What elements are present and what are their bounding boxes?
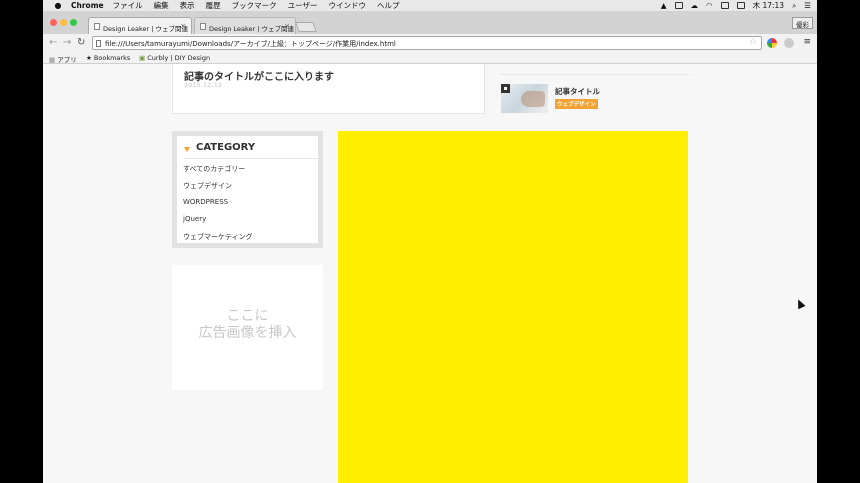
thumbnail-photo bbox=[521, 91, 545, 107]
menu-users[interactable]: ユーザー bbox=[288, 0, 318, 11]
ad-placeholder-text: ここに 広告画像を挿入 bbox=[172, 308, 323, 342]
category-item-jquery[interactable]: jQuery bbox=[183, 215, 206, 223]
reload-icon[interactable]: ↻ bbox=[77, 37, 85, 48]
record-icon[interactable] bbox=[674, 2, 683, 9]
screen: ● Chrome ファイル 編集 表示 履歴 ブックマーク ユーザー ウインドウ… bbox=[43, 0, 817, 483]
category-item-all[interactable]: すべてのカテゴリー bbox=[183, 164, 245, 174]
color-extension-icon[interactable] bbox=[767, 38, 777, 48]
apps-grid-icon: ▦ bbox=[49, 56, 56, 64]
menu-file[interactable]: ファイル bbox=[113, 0, 143, 11]
bookmarks-bar: ▦ アプリ ★ Bookmarks ▣ Curbly | DIY Design bbox=[43, 52, 817, 64]
post-title[interactable]: 記事のタイトルがここに入ります bbox=[184, 68, 334, 83]
menubar-clock[interactable]: 木 17:13 bbox=[753, 0, 785, 11]
category-title: CATEGORY bbox=[196, 142, 256, 153]
category-item-wordpress[interactable]: WORDPRESS bbox=[183, 198, 228, 206]
curbly-icon: ▣ bbox=[139, 54, 146, 62]
corner-mark-icon: ▪ bbox=[501, 84, 510, 93]
battery-icon[interactable] bbox=[720, 2, 729, 9]
tab-close-icon[interactable]: × bbox=[284, 22, 290, 30]
chrome-menu-icon[interactable]: ≡ bbox=[803, 37, 811, 47]
bookmark-apps[interactable]: ▦ アプリ bbox=[49, 54, 77, 64]
address-text: file:///Users/tamurayumi/Downloads/アーカイブ… bbox=[105, 40, 396, 48]
wifi-icon[interactable]: ◠ bbox=[706, 1, 713, 10]
category-tag[interactable]: ウェブデザイン bbox=[555, 99, 598, 109]
yellow-content-block bbox=[338, 131, 688, 483]
menu-history[interactable]: 履歴 bbox=[206, 0, 221, 11]
extension-icon[interactable] bbox=[784, 38, 794, 48]
category-header: CATEGORY bbox=[184, 140, 318, 159]
notification-icon[interactable]: ▲ bbox=[661, 1, 667, 10]
web-page: 記事のタイトルがここに入ります 2015.12.13 ▪ 記事タイトル ウェブデ… bbox=[43, 64, 817, 483]
tab-title: Design Leaker | ウェブ関連 bbox=[209, 25, 295, 33]
post-thumbnail[interactable]: ▪ bbox=[501, 84, 548, 113]
spotlight-search-icon[interactable]: ⌕ bbox=[792, 1, 796, 11]
tab-strip: Design Leaker | ウェブ関連 × Design Leaker | … bbox=[43, 11, 817, 34]
minimize-window-icon[interactable] bbox=[60, 19, 67, 26]
new-tab-button[interactable] bbox=[295, 22, 317, 32]
tab-design-leaker-1[interactable]: Design Leaker | ウェブ関連 × bbox=[88, 17, 192, 34]
bookmark-curbly[interactable]: ▣ Curbly | DIY Design bbox=[139, 54, 210, 62]
menu-edit[interactable]: 編集 bbox=[154, 0, 169, 11]
post-date: 2015.12.13 bbox=[184, 82, 222, 89]
address-bar[interactable]: file:///Users/tamurayumi/Downloads/アーカイブ… bbox=[92, 36, 762, 50]
mouse-cursor-icon bbox=[794, 297, 806, 310]
close-window-icon[interactable] bbox=[50, 19, 57, 26]
menu-app-name[interactable]: Chrome bbox=[71, 1, 104, 10]
notification-center-icon[interactable]: ☰ bbox=[804, 1, 811, 10]
sidebar-post-item[interactable]: ▪ 記事タイトル ウェブデザイン bbox=[500, 74, 690, 114]
back-arrow-icon[interactable]: ← bbox=[49, 37, 57, 48]
file-icon bbox=[96, 40, 101, 47]
triangle-down-icon bbox=[184, 147, 190, 152]
bookmark-star-icon[interactable]: ☆ bbox=[749, 37, 757, 47]
sidebar-post-title[interactable]: 記事タイトル bbox=[555, 86, 600, 97]
post-card[interactable]: 記事のタイトルがここに入ります 2015.12.13 bbox=[172, 64, 485, 114]
star-icon: ★ bbox=[86, 54, 92, 62]
page-favicon-icon bbox=[94, 23, 100, 30]
tab-title: Design Leaker | ウェブ関連 bbox=[103, 25, 189, 33]
tab-close-icon[interactable]: × bbox=[180, 22, 186, 30]
menu-view[interactable]: 表示 bbox=[180, 0, 195, 11]
page-favicon-icon bbox=[200, 23, 206, 30]
ad-placeholder[interactable]: ここに 広告画像を挿入 bbox=[172, 265, 323, 390]
mac-menubar: ● Chrome ファイル 編集 表示 履歴 ブックマーク ユーザー ウインドウ… bbox=[43, 0, 817, 11]
menubar-status-area: ▲ ☁ ◠ 木 17:13 ⌕ ☰ bbox=[661, 0, 811, 11]
ad-text-line-1: ここに bbox=[226, 308, 269, 324]
browser-toolbar: ← → ↻ file:///Users/tamurayumi/Downloads… bbox=[43, 34, 817, 52]
zoom-window-icon[interactable] bbox=[70, 19, 77, 26]
cloud-icon[interactable]: ☁ bbox=[691, 1, 699, 10]
menu-bookmarks[interactable]: ブックマーク bbox=[232, 0, 277, 11]
category-widget: CATEGORY すべてのカテゴリー ウェブデザイン WORDPRESS jQu… bbox=[172, 131, 323, 248]
menu-help[interactable]: ヘルプ bbox=[377, 0, 400, 11]
menu-window[interactable]: ウインドウ bbox=[328, 0, 366, 11]
bookmark-bookmarks[interactable]: ★ Bookmarks bbox=[86, 54, 130, 62]
ad-text-line-2: 広告画像を挿入 bbox=[198, 325, 297, 341]
category-item-web-design[interactable]: ウェブデザイン bbox=[183, 181, 232, 191]
input-method-icon[interactable] bbox=[736, 2, 745, 9]
apple-icon[interactable]: ● bbox=[51, 1, 65, 10]
tab-design-leaker-2[interactable]: Design Leaker | ウェブ関連 × bbox=[194, 17, 296, 34]
category-item-web-marketing[interactable]: ウェブマーケティング bbox=[183, 232, 252, 242]
forward-arrow-icon[interactable]: → bbox=[63, 37, 71, 48]
profile-button[interactable]: 優彩 bbox=[792, 17, 813, 29]
